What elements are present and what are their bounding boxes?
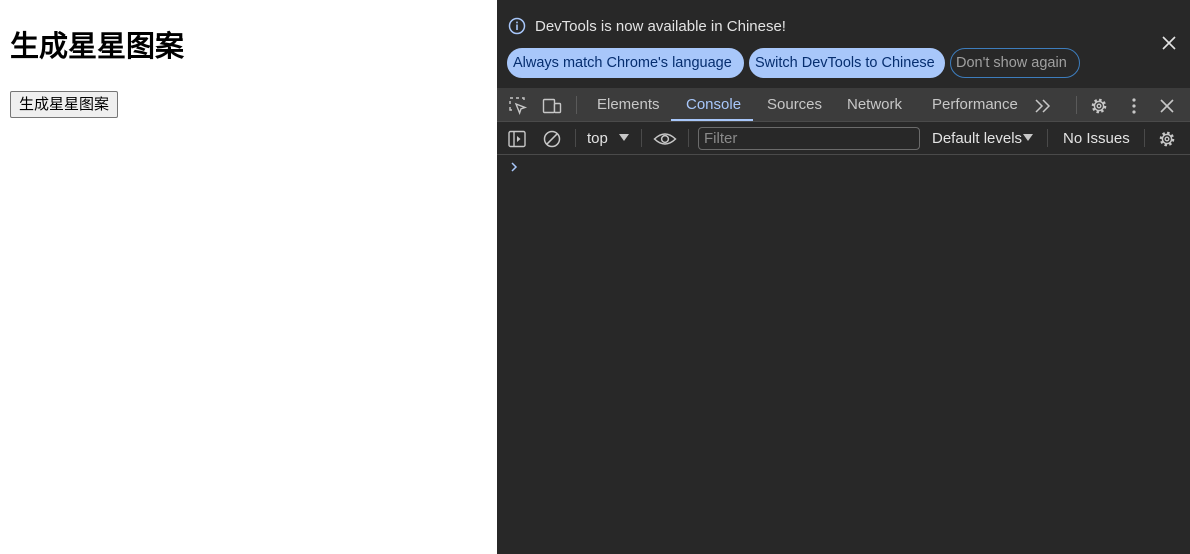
close-devtools-icon[interactable]	[1157, 96, 1177, 116]
active-tab-indicator	[671, 119, 753, 121]
page-heading: 生成星星图案	[10, 29, 185, 63]
dont-show-again-button[interactable]: Don't show again	[950, 48, 1080, 78]
more-options-icon[interactable]	[1124, 96, 1144, 116]
clear-console-icon[interactable]	[542, 129, 562, 149]
console-toolbar: top Default levels No Issues	[497, 122, 1190, 155]
chevron-down-icon[interactable]	[619, 134, 629, 142]
info-icon	[508, 17, 526, 35]
chevron-down-icon[interactable]	[1023, 134, 1033, 142]
console-output[interactable]	[497, 155, 1190, 554]
more-tabs-icon[interactable]	[1033, 96, 1053, 116]
log-levels-dropdown[interactable]: Default levels	[932, 122, 1022, 155]
devtools-main-toolbar: Elements Console Sources Network Perform…	[497, 88, 1190, 122]
tab-performance[interactable]: Performance	[932, 88, 1018, 121]
show-sidebar-icon[interactable]	[507, 129, 527, 149]
switch-to-chinese-button[interactable]: Switch DevTools to Chinese	[749, 48, 945, 78]
language-infobar: DevTools is now available in Chinese! Al…	[497, 0, 1190, 88]
generate-star-pattern-button[interactable]: 生成星星图案	[10, 91, 119, 118]
console-prompt-chevron-icon	[511, 162, 518, 172]
infobar-message: DevTools is now available in Chinese!	[535, 18, 786, 35]
device-toolbar-icon[interactable]	[542, 96, 562, 116]
issues-counter[interactable]: No Issues	[1063, 122, 1130, 155]
always-match-language-button[interactable]: Always match Chrome's language	[507, 48, 744, 78]
settings-gear-icon[interactable]	[1089, 96, 1109, 116]
console-settings-icon[interactable]	[1157, 129, 1177, 149]
tab-console[interactable]: Console	[686, 88, 741, 121]
close-icon[interactable]	[1160, 34, 1178, 52]
devtools-panel: DevTools is now available in Chinese! Al…	[497, 0, 1190, 554]
context-selector[interactable]: top	[587, 122, 608, 155]
tab-network[interactable]: Network	[847, 88, 902, 121]
tab-elements[interactable]: Elements	[597, 88, 660, 121]
inspect-element-icon[interactable]	[508, 96, 528, 116]
web-page: 生成星星图案 生成星星图案	[0, 0, 497, 554]
tab-sources[interactable]: Sources	[767, 88, 822, 121]
live-expression-eye-icon[interactable]	[653, 129, 677, 149]
console-filter-input[interactable]	[698, 127, 920, 150]
